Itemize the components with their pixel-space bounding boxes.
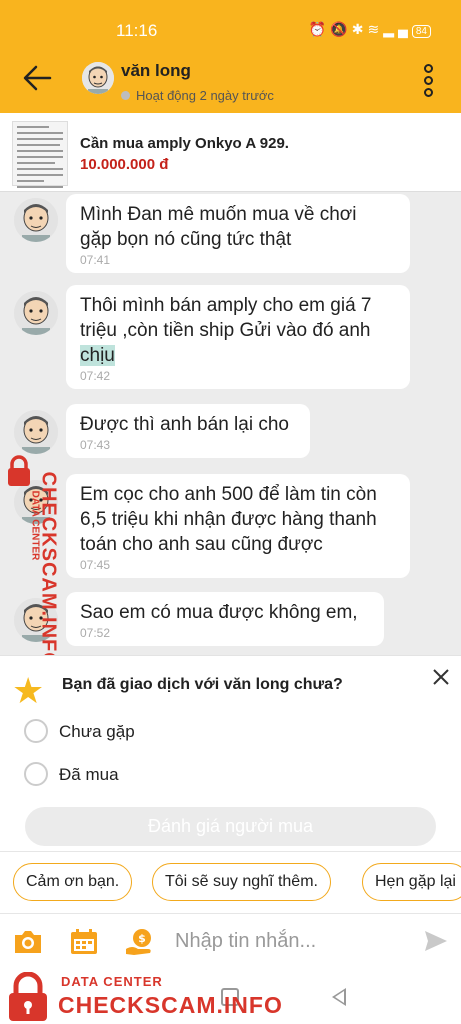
offline-dot-icon [121,91,130,100]
contact-name: văn long [121,61,191,80]
review-question: Bạn đã giao dịch với văn long chưa? [62,676,343,693]
quick-reply-chip[interactable]: Tôi sẽ suy nghĩ thêm. [152,863,331,901]
product-thumbnail [12,121,68,188]
signal-icon: ▂▄ [383,21,412,37]
message-input[interactable]: Nhập tin nhắn... [175,930,316,953]
radio-label: Đã mua [59,765,119,784]
calendar-icon[interactable] [68,927,100,957]
message-composer: $ Nhập tin nhắn... [0,914,461,970]
status-icons: ⏰🔕✱≋▂▄ 84 [309,21,431,38]
message-bubble[interactable]: Được thì anh bán lại cho 07:43 [66,404,310,458]
watermark-label: DATA CENTER [61,974,163,989]
highlighted-text: chịu [80,345,115,366]
bluetooth-icon: ✱ [351,21,368,37]
contact-status: Hoạt động 2 ngày trước [121,88,274,103]
message-bubble[interactable]: Sao em có mua được không em, 07:52 [66,592,384,646]
message-bubble[interactable]: Thôi mình bán amply cho em giá 7 triệu ,… [66,285,410,389]
back-arrow-icon[interactable] [20,60,56,96]
price-offer-icon[interactable]: $ [124,927,156,957]
product-title: Cần mua amply Onkyo A 929. [80,135,289,152]
message-time: 07:45 [80,558,111,572]
radio-chua-gap[interactable] [24,719,48,743]
watermark-lock-icon [9,972,47,1021]
radio-da-mua[interactable] [24,762,48,786]
alarm-icon: ⏰ [308,21,331,37]
product-price: 10.000.000 đ [80,156,169,173]
more-options-icon[interactable] [418,64,438,98]
message-text: Em cọc cho anh 500 để làm tin còn 6,5 tr… [80,484,377,555]
message-time: 07:52 [80,626,111,640]
back-button-icon[interactable] [332,988,346,1006]
sender-avatar[interactable] [14,291,58,335]
contact-avatar[interactable] [82,62,114,94]
status-time: 11:16 [116,21,158,40]
quick-reply-chip[interactable]: Cảm ơn bạn. [13,863,133,901]
watermark-brand: CHECKSCAM.INFO [58,992,283,1018]
bottom-watermark: DATA CENTER CHECKSCAM.INFO [4,970,304,1024]
message-bubble[interactable]: Em cọc cho anh 500 để làm tin còn 6,5 tr… [66,474,410,578]
status-bar: 11:16 ⏰🔕✱≋▂▄ 84 [0,0,461,46]
last-active-text: Hoạt động 2 ngày trước [136,88,274,103]
message-time: 07:43 [80,438,111,452]
watermark-brand: CHECKSCAM.INFO [37,471,60,669]
message-bubble[interactable]: Mình Đan mê muốn mua về chơi gặp bọn nó … [66,194,410,273]
battery-icon: 84 [411,25,431,38]
radio-label: Chưa gặp [59,722,135,741]
quick-replies: Cảm ơn bạn. Tôi sẽ suy nghĩ thêm. Hẹn gặ… [0,851,461,914]
message-time: 07:42 [80,369,111,383]
sender-avatar[interactable] [14,410,58,454]
wifi-icon: ≋ [367,21,384,37]
star-icon: ★ [12,670,45,711]
send-icon[interactable] [423,928,449,954]
svg-text:$: $ [138,932,146,945]
review-panel: ★ Bạn đã giao dịch với văn long chưa? Ch… [0,655,461,851]
sender-avatar[interactable] [14,198,58,242]
message-text: Sao em có mua được không em, [80,602,358,623]
product-card[interactable]: Cần mua amply Onkyo A 929. 10.000.000 đ [0,113,461,192]
message-text: Mình Đan mê muốn mua về chơi gặp bọn nó … [80,204,357,250]
quick-reply-chip[interactable]: Hẹn gặp lại [362,863,461,901]
rate-buyer-button[interactable]: Đánh giá người mua [25,807,436,846]
close-icon[interactable] [432,668,450,686]
avatar-face-icon [82,62,114,94]
message-time: 07:41 [80,253,111,267]
mute-icon: 🔕 [330,21,352,37]
camera-icon[interactable] [12,927,44,957]
message-text: Thôi mình bán amply cho em giá 7 triệu ,… [80,295,372,366]
chat-header: văn long Hoạt động 2 ngày trước [0,46,461,113]
watermark-lock-icon [8,455,30,486]
message-text: Được thì anh bán lại cho [80,414,289,435]
